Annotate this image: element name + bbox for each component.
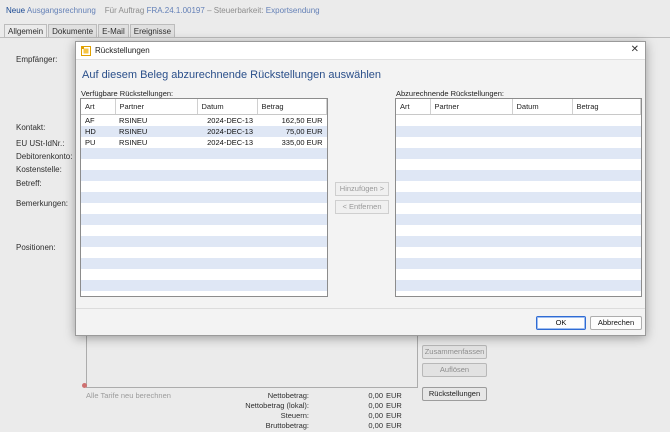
selected-grid-header: Art Partner Datum Betrag [396,99,641,115]
empty-row [81,170,327,181]
empty-row [396,269,641,280]
cancel-button[interactable]: Abbrechen [590,316,642,330]
rueckstellungen-icon [81,46,91,56]
empty-row [396,170,641,181]
table-row[interactable]: HD RSINEU 2024-DEC-13 75,00 EUR [81,126,327,137]
column-header-art[interactable]: Art [81,99,116,115]
cell-betrag: 162,50 EUR [281,116,323,125]
dialog-titlebar[interactable]: Rückstellungen ✕ [76,42,645,60]
ok-button[interactable]: OK [536,316,586,330]
dialog-footer: OK Abbrechen [76,308,645,335]
empty-row [81,236,327,247]
selected-list-caption: Abzurechnende Rückstellungen: [396,89,504,98]
empty-row [396,203,641,214]
empty-row [396,126,641,137]
cell-betrag: 335,00 EUR [281,138,323,147]
table-row[interactable]: AF RSINEU 2024-DEC-13 162,50 EUR [81,115,327,127]
empty-row [396,148,641,159]
available-grid[interactable]: Art Partner Datum Betrag AF RSINEU 2024-… [80,98,328,297]
cell-art: PU [85,138,96,147]
empty-row [81,214,327,225]
remove-button[interactable]: < Entfernen [335,200,389,214]
empty-row [81,269,327,280]
empty-row [396,214,641,225]
cell-datum: 2024-DEC-13 [207,138,253,147]
empty-row [81,159,327,170]
empty-row [396,115,641,127]
cell-datum: 2024-DEC-13 [207,116,253,125]
column-header-partner[interactable]: Partner [430,99,513,115]
available-grid-header: Art Partner Datum Betrag [81,99,327,115]
dialog-heading: Auf diesem Beleg abzurechnende Rückstell… [82,69,382,81]
empty-row [396,181,641,192]
empty-row [81,148,327,159]
dialog-title: Rückstellungen [95,46,150,55]
empty-row [396,247,641,258]
cell-partner: RSINEU [119,138,148,147]
empty-row [396,236,641,247]
table-row[interactable]: PU RSINEU 2024-DEC-13 335,00 EUR [81,137,327,148]
cell-betrag: 75,00 EUR [257,126,327,137]
available-list-caption: Verfügbare Rückstellungen: [81,89,174,98]
empty-row [81,247,327,258]
cell-art: HD [81,126,115,137]
empty-row [81,203,327,214]
cell-partner: RSINEU [115,126,197,137]
empty-row [81,225,327,236]
column-header-partner[interactable]: Partner [115,99,198,115]
column-header-art[interactable]: Art [396,99,431,115]
empty-row [396,280,641,291]
cell-partner: RSINEU [119,116,148,125]
rueckstellungen-dialog: Rückstellungen ✕ Auf diesem Beleg abzure… [75,41,646,336]
column-header-betrag[interactable]: Betrag [572,99,641,115]
empty-row [81,181,327,192]
column-header-datum[interactable]: Datum [512,99,573,115]
empty-row [81,192,327,203]
empty-row [396,258,641,269]
empty-row [396,137,641,148]
empty-row [81,280,327,291]
empty-row [81,258,327,269]
empty-row [396,192,641,203]
empty-row [396,159,641,170]
cell-datum: 2024-DEC-13 [197,126,257,137]
column-header-datum[interactable]: Datum [197,99,258,115]
add-button[interactable]: Hinzufügen > [335,182,389,196]
close-icon[interactable]: ✕ [631,44,639,55]
cell-art: AF [85,116,95,125]
selected-grid[interactable]: Art Partner Datum Betrag [395,98,642,297]
column-header-betrag[interactable]: Betrag [257,99,327,115]
empty-row [396,225,641,236]
